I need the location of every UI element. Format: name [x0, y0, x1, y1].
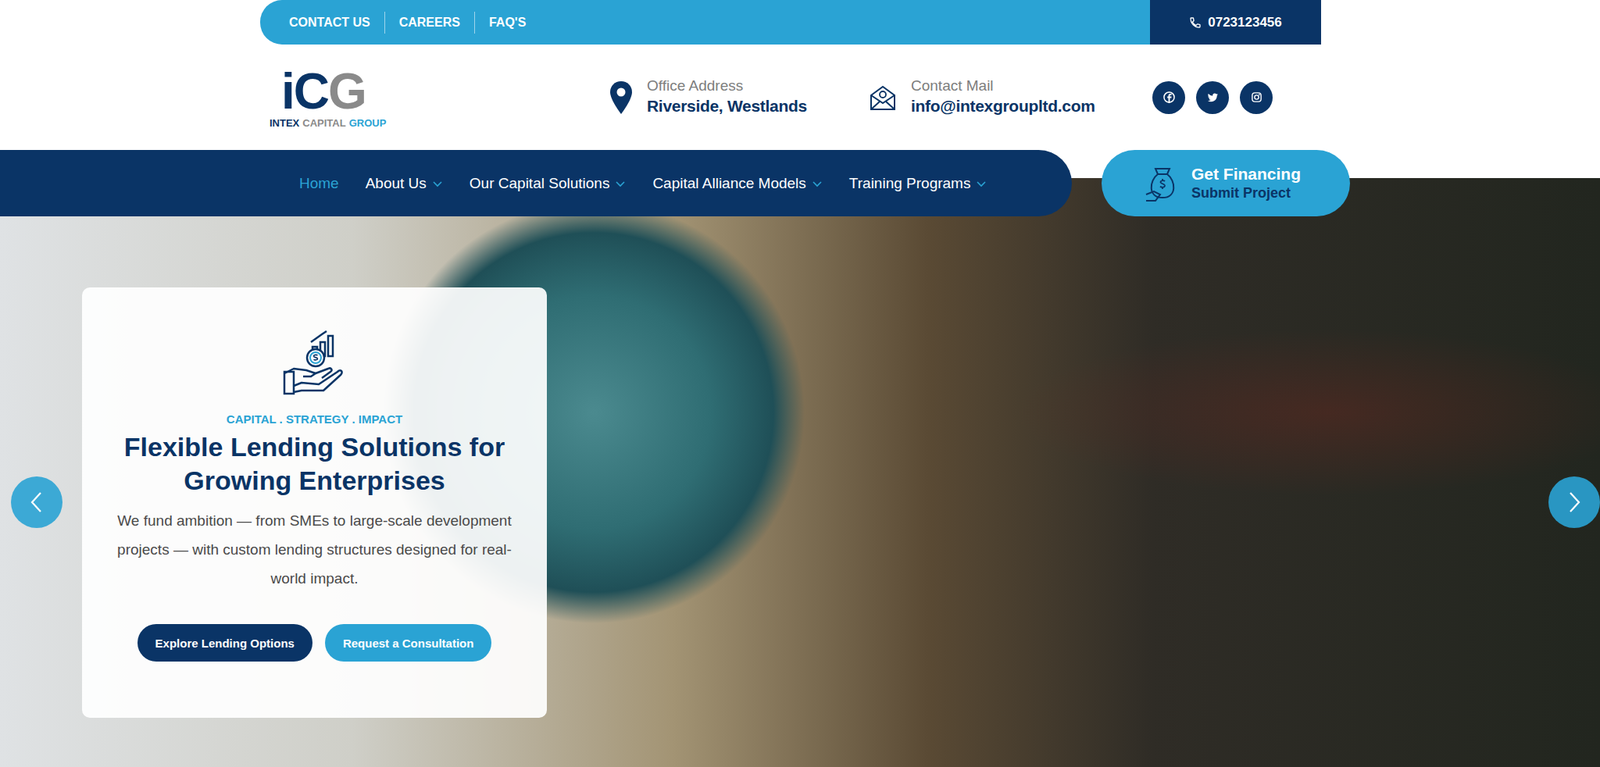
phone-number: 0723123456: [1207, 14, 1283, 31]
nav-label: Our Capital Solutions: [469, 175, 611, 193]
top-link[interactable]: CONTACT US: [289, 15, 371, 30]
separator: [384, 11, 386, 34]
cta-subtitle: Submit Project: [1191, 184, 1301, 203]
social-button[interactable]: [1152, 81, 1186, 115]
nav-item[interactable]: Training Programs: [849, 175, 988, 193]
contact-text: Office AddressRiverside, Westlands: [646, 77, 808, 117]
chevron-right-icon: [1564, 490, 1584, 515]
hand-coin-chart-icon: [281, 328, 349, 396]
hero-title: Flexible Lending Solutions for Growing E…: [103, 430, 525, 497]
logo-word: CAPITAL: [302, 117, 346, 129]
nav-label: Capital Alliance Models: [652, 175, 806, 193]
logo-letter: i: [281, 63, 294, 120]
contact-info: Contact Mailinfo@intexgroupltd.com: [868, 77, 1153, 117]
logo-letter: C: [293, 63, 329, 120]
logo-word: GROUP: [349, 117, 387, 129]
chevron-down-icon: [432, 178, 443, 190]
get-financing-button[interactable]: Get FinancingSubmit Project: [1101, 150, 1350, 217]
instagram-icon: [1250, 91, 1263, 104]
chevron-left-icon: [27, 490, 47, 515]
logo-words: INTEXCAPITALGROUP: [269, 117, 386, 129]
cta-title: Get Financing: [1191, 163, 1301, 185]
main-nav: Home About Us Our Capital Solutions Capital…: [0, 150, 1072, 217]
header: iCGINTEXCAPITALGROUPOffice AddressRivers…: [0, 44, 1600, 150]
nav-label: About Us: [365, 175, 427, 193]
mail-icon: [868, 83, 897, 112]
nav-item[interactable]: Home: [299, 175, 340, 193]
contact-value[interactable]: info@intexgroupltd.com: [910, 95, 1096, 117]
hero-slider: CAPITAL . STRATEGY . IMPACT Flexible Lend…: [0, 178, 1600, 767]
location-pin-icon: [609, 80, 633, 115]
top-bar-wrap: CONTACT US CAREERS FAQ'S 0723123456: [0, 0, 1600, 45]
contact-info: Office AddressRiverside, Westlands: [609, 77, 869, 117]
top-link[interactable]: FAQ'S: [489, 15, 526, 30]
top-bar: CONTACT US CAREERS FAQ'S 0723123456: [260, 0, 1322, 45]
money-bag-icon: [1144, 164, 1181, 203]
nav-label: Home: [299, 175, 340, 193]
previous-slide-button[interactable]: [10, 476, 63, 529]
social-button[interactable]: [1239, 81, 1273, 115]
logo-letter: G: [328, 63, 366, 120]
logo[interactable]: iCGINTEXCAPITALGROUP: [269, 66, 391, 129]
phone-box[interactable]: 0723123456: [1150, 0, 1322, 45]
twitter-icon: [1207, 91, 1219, 104]
logo-mark: iCG: [269, 66, 366, 117]
contact-text: Contact Mailinfo@intexgroupltd.com: [910, 77, 1096, 117]
contact-value[interactable]: Riverside, Westlands: [646, 95, 808, 117]
separator: [474, 11, 475, 34]
chevron-down-icon: [975, 178, 987, 190]
social-button[interactable]: [1196, 81, 1229, 115]
cta-text: Get FinancingSubmit Project: [1191, 163, 1301, 204]
logo-word: INTEX: [269, 117, 300, 129]
social-links: [1152, 81, 1273, 115]
hero-eyebrow: CAPITAL . STRATEGY . IMPACT: [226, 412, 403, 426]
nav-label: Training Programs: [849, 175, 972, 193]
consultation-button[interactable]: Request a Consultation: [325, 624, 493, 662]
nav-item[interactable]: Our Capital Solutions: [469, 175, 627, 193]
contact-label: Contact Mail: [910, 77, 1096, 96]
chevron-down-icon: [811, 178, 823, 190]
chevron-down-icon: [614, 178, 626, 190]
hero-card: CAPITAL . STRATEGY . IMPACT Flexible Lend…: [82, 287, 547, 718]
nav-item[interactable]: About Us: [365, 175, 443, 193]
contact-label: Office Address: [646, 77, 808, 96]
nav-item[interactable]: Capital Alliance Models: [652, 175, 822, 193]
nav-row: Home About Us Our Capital Solutions Capital…: [0, 150, 1600, 217]
phone-icon: [1189, 16, 1202, 29]
hero-buttons: Explore Lending Options Request a Consult…: [137, 624, 493, 662]
hero-text: We fund ambition — from SMEs to large-sc…: [103, 506, 525, 593]
explore-button[interactable]: Explore Lending Options: [137, 624, 313, 662]
facebook-icon: [1163, 91, 1175, 104]
next-slide-button[interactable]: [1548, 476, 1600, 529]
top-link[interactable]: CAREERS: [399, 15, 461, 30]
